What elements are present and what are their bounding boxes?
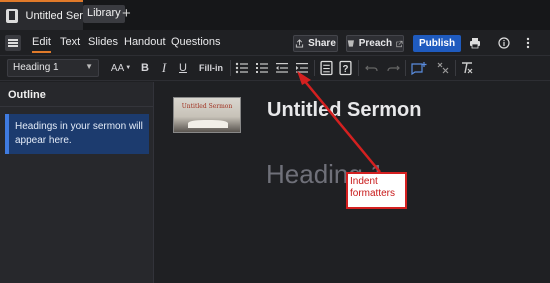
- annotation-arrow: [297, 71, 381, 173]
- annotation-callout: Indent formatters: [346, 172, 407, 209]
